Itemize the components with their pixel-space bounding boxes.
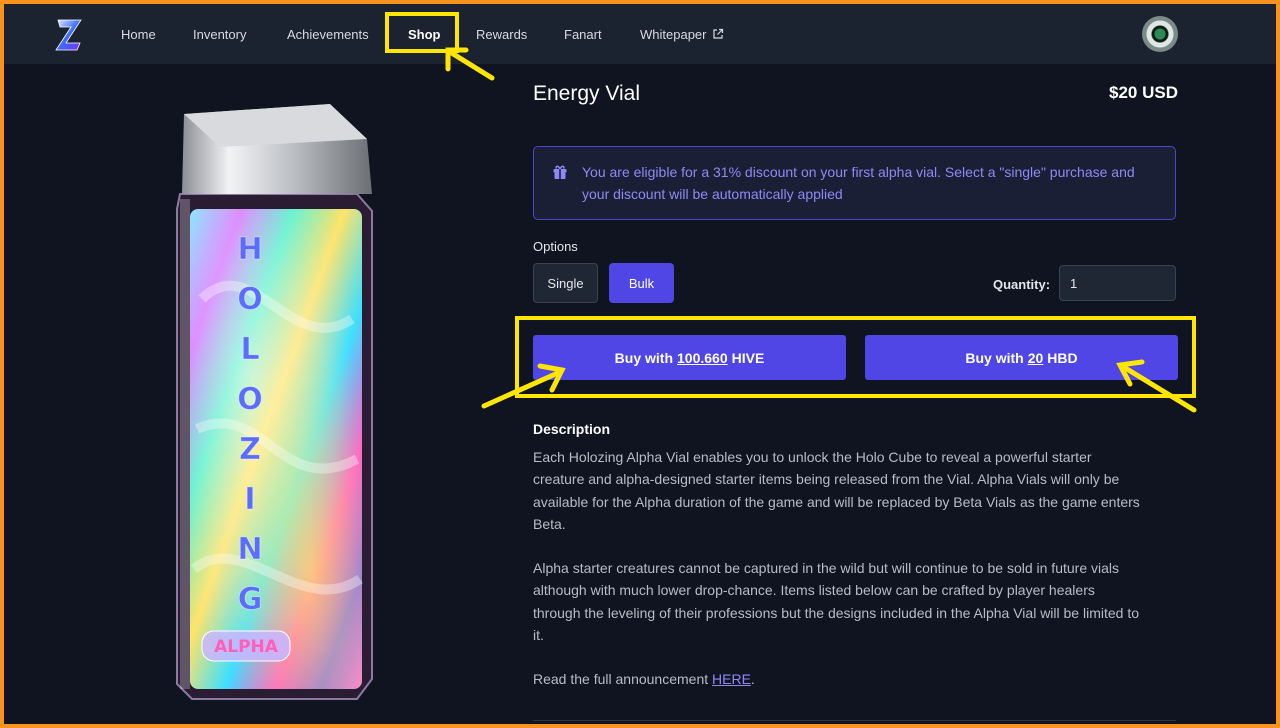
vial-letter: O — [237, 382, 263, 417]
section-divider — [533, 720, 1176, 721]
nav-whitepaper[interactable]: Whitepaper — [640, 4, 724, 64]
description-paragraph-3: Read the full announcement HERE. — [533, 668, 1145, 690]
nav-fanart[interactable]: Fanart — [564, 4, 602, 64]
quantity-input[interactable] — [1059, 265, 1176, 301]
vial-letter: G — [238, 582, 263, 617]
discount-notice: You are eligible for a 31% discount on y… — [533, 146, 1176, 220]
app-frame: Home Inventory Achievements Shop Rewards… — [4, 4, 1276, 724]
product-title: Energy Vial — [533, 82, 641, 105]
nav-shop[interactable]: Shop — [408, 4, 441, 64]
vial-letter: O — [237, 282, 263, 317]
announcement-prefix: Read the full announcement — [533, 671, 709, 688]
option-single-button[interactable]: Single — [533, 263, 598, 303]
product-price: $20 USD — [1109, 83, 1178, 102]
vial-alpha-badge: ALPHA — [214, 637, 279, 657]
announcement-suffix: . — [750, 671, 755, 688]
nav-home[interactable]: Home — [121, 4, 156, 64]
buy-hive-amount: 100.660 — [677, 349, 728, 366]
discount-notice-text: You are eligible for a 31% discount on y… — [582, 164, 1135, 202]
buy-hbd-amount: 20 — [1027, 349, 1044, 366]
nav-fanart-label: Fanart — [564, 26, 602, 42]
buy-with-hbd-button[interactable]: Buy with 20 HBD — [865, 335, 1178, 380]
top-nav: Home Inventory Achievements Shop Rewards… — [4, 4, 1276, 64]
buy-hbd-prefix: Buy with — [965, 349, 1024, 366]
nav-achievements[interactable]: Achievements — [287, 4, 369, 64]
buy-hive-prefix: Buy with — [614, 349, 674, 366]
vial-letter: H — [237, 232, 262, 267]
buy-with-hive-button[interactable]: Buy with 100.660 HIVE — [533, 335, 846, 380]
user-avatar[interactable] — [1142, 16, 1178, 52]
description-body: Each Holozing Alpha Vial enables you to … — [533, 446, 1145, 713]
nav-achievements-label: Achievements — [287, 26, 369, 42]
nav-whitepaper-label: Whitepaper — [640, 26, 707, 42]
nav-home-label: Home — [121, 26, 156, 42]
options-label: Options — [533, 239, 578, 254]
vial-letter: L — [240, 332, 259, 367]
buy-hive-currency: HIVE — [731, 349, 765, 366]
holozing-z-logo[interactable] — [54, 17, 84, 53]
nav-rewards-label: Rewards — [476, 26, 528, 42]
external-link-icon — [713, 28, 724, 39]
buy-hbd-currency: HBD — [1047, 349, 1078, 366]
energy-vial-image: HOLOZING ALPHA — [176, 104, 373, 700]
vial-letter: N — [237, 532, 262, 567]
nav-shop-label: Shop — [408, 26, 441, 42]
description-heading: Description — [533, 421, 611, 437]
description-paragraph-1: Each Holozing Alpha Vial enables you to … — [533, 449, 1140, 532]
nav-inventory[interactable]: Inventory — [193, 4, 246, 64]
nav-rewards[interactable]: Rewards — [476, 4, 527, 64]
option-bulk-button[interactable]: Bulk — [609, 263, 674, 303]
description-paragraph-2: Alpha starter creatures cannot be captur… — [533, 560, 1140, 644]
gift-icon — [553, 165, 567, 179]
vial-letter: Z — [239, 432, 261, 467]
nav-inventory-label: Inventory — [193, 26, 247, 42]
vial-letter: I — [244, 482, 255, 517]
quantity-label: Quantity: — [993, 277, 1051, 292]
announcement-link[interactable]: HERE — [712, 671, 751, 687]
